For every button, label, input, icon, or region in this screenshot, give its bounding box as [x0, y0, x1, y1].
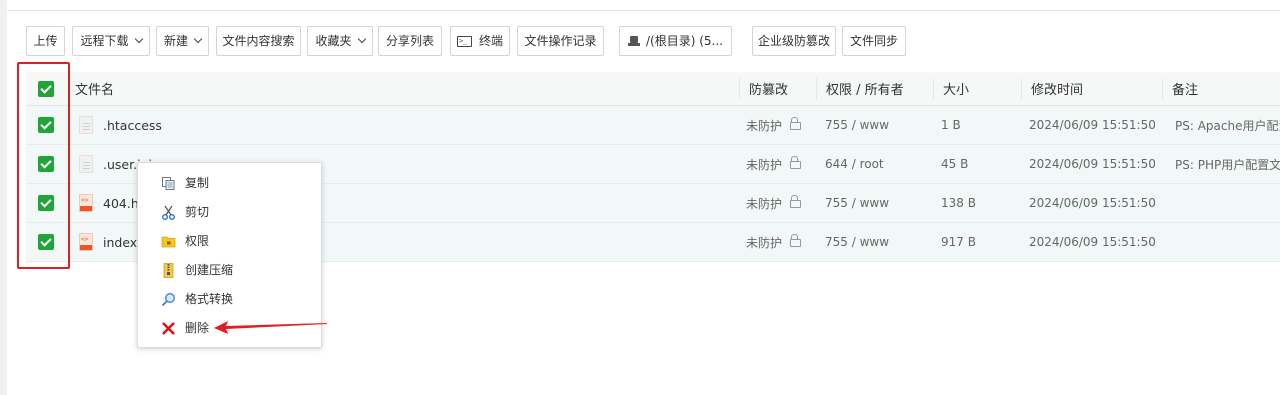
upload-button[interactable]: 上传 [26, 26, 65, 56]
table-header: 文件名 防篡改 权限 / 所有者 大小 修改时间 备注 [26, 72, 1280, 106]
enterprise-tamper-button[interactable]: 企业级防篡改 [752, 26, 836, 56]
file-sync-button[interactable]: 文件同步 [842, 26, 906, 56]
menu-item-convert[interactable]: 格式转换 [138, 285, 321, 314]
column-divider [1162, 78, 1163, 100]
tamper-status[interactable]: 未防护 [746, 117, 782, 134]
perm-owner[interactable]: 755 / www [825, 184, 889, 222]
column-divider [1021, 78, 1022, 100]
header-remark[interactable]: 备注 [1172, 72, 1198, 105]
folder-lock-icon [161, 236, 176, 248]
share-list-label: 分享列表 [385, 34, 434, 48]
table-row[interactable]: .htaccess 未防护 755 / www 1 B 2024/06/09 1… [26, 106, 1280, 145]
mtime: 2024/06/09 15:51:50 [1029, 196, 1156, 210]
scissors-icon [162, 205, 175, 220]
html-file-icon: <> [79, 194, 93, 212]
tamper-status[interactable]: 未防护 [746, 195, 782, 212]
content-search-button[interactable]: 文件内容搜索 [216, 26, 301, 56]
file-icon [79, 116, 93, 134]
column-divider [739, 78, 740, 100]
file-size: 917 B [941, 235, 976, 249]
disk-label: /(根目录) (5... [646, 34, 723, 48]
mtime: 2024/06/09 15:51:50 [1029, 235, 1156, 249]
favorites-button[interactable]: 收藏夹 [307, 26, 373, 56]
convert-icon [161, 293, 175, 307]
menu-item-label: 剪切 [185, 205, 210, 219]
remote-download-label: 远程下载 [80, 34, 129, 48]
menu-item-permission[interactable]: 权限 [138, 227, 321, 256]
header-tamper[interactable]: 防篡改 [749, 72, 788, 105]
favorites-label: 收藏夹 [315, 34, 352, 48]
header-name[interactable]: 文件名 [75, 72, 114, 105]
header-size[interactable]: 大小 [943, 72, 969, 105]
chevron-down-icon [357, 34, 366, 44]
checkbox-highlight-frame [17, 62, 70, 269]
remark[interactable]: PS: PHP用户配置文 [1175, 145, 1280, 183]
terminal-icon [456, 34, 472, 48]
chevron-down-icon [134, 34, 143, 44]
tamper-status[interactable]: 未防护 [746, 156, 782, 173]
delete-x-icon [162, 322, 175, 335]
file-size: 45 B [941, 157, 969, 171]
lock-icon[interactable] [790, 195, 802, 208]
operation-log-label: 文件操作记录 [524, 34, 597, 48]
menu-item-label: 格式转换 [185, 292, 234, 306]
menu-item-compress[interactable]: 创建压缩 [138, 256, 321, 285]
file-sync-label: 文件同步 [849, 34, 898, 48]
menu-item-label: 权限 [185, 234, 210, 248]
terminal-button[interactable]: 终端 [450, 26, 510, 56]
lock-icon[interactable] [790, 117, 802, 130]
new-label: 新建 [163, 34, 188, 48]
enterprise-tamper-label: 企业级防篡改 [757, 34, 830, 48]
menu-item-label: 删除 [185, 321, 210, 335]
content-search-label: 文件内容搜索 [222, 34, 295, 48]
perm-owner[interactable]: 755 / www [825, 223, 889, 261]
html-file-icon: <> [79, 233, 93, 251]
header-perm-owner[interactable]: 权限 / 所有者 [826, 72, 904, 105]
lock-icon[interactable] [790, 156, 802, 169]
mtime: 2024/06/09 15:51:50 [1029, 157, 1156, 171]
share-list-button[interactable]: 分享列表 [378, 26, 442, 56]
tamper-status[interactable]: 未防护 [746, 234, 782, 251]
annotation-arrow [214, 321, 327, 334]
file-size: 138 B [941, 196, 976, 210]
remote-download-button[interactable]: 远程下载 [72, 26, 150, 56]
divider [7, 10, 1280, 11]
chevron-down-icon [193, 34, 203, 44]
menu-item-label: 创建压缩 [185, 263, 234, 277]
perm-owner[interactable]: 755 / www [825, 106, 889, 144]
copy-icon [162, 177, 175, 190]
upload-label: 上传 [33, 34, 58, 48]
remark[interactable]: PS: Apache用户配置 [1175, 106, 1280, 144]
header-mtime[interactable]: 修改时间 [1031, 72, 1083, 105]
new-button[interactable]: 新建 [156, 26, 209, 56]
zip-icon [163, 263, 174, 278]
lock-icon[interactable] [790, 234, 802, 247]
file-size: 1 B [941, 118, 961, 132]
column-divider [816, 78, 817, 100]
file-name[interactable]: .htaccess [103, 118, 162, 133]
perm-owner[interactable]: 644 / root [825, 145, 884, 183]
menu-item-label: 复制 [185, 176, 210, 190]
mtime: 2024/06/09 15:51:50 [1029, 118, 1156, 132]
menu-item-copy[interactable]: 复制 [138, 169, 321, 198]
operation-log-button[interactable]: 文件操作记录 [517, 26, 604, 56]
file-icon [79, 155, 93, 173]
disk-button[interactable]: /(根目录) (5... [619, 26, 732, 56]
menu-item-cut[interactable]: 剪切 [138, 198, 321, 227]
column-divider [933, 78, 934, 100]
disk-icon [628, 36, 640, 46]
terminal-label: 终端 [478, 34, 503, 48]
